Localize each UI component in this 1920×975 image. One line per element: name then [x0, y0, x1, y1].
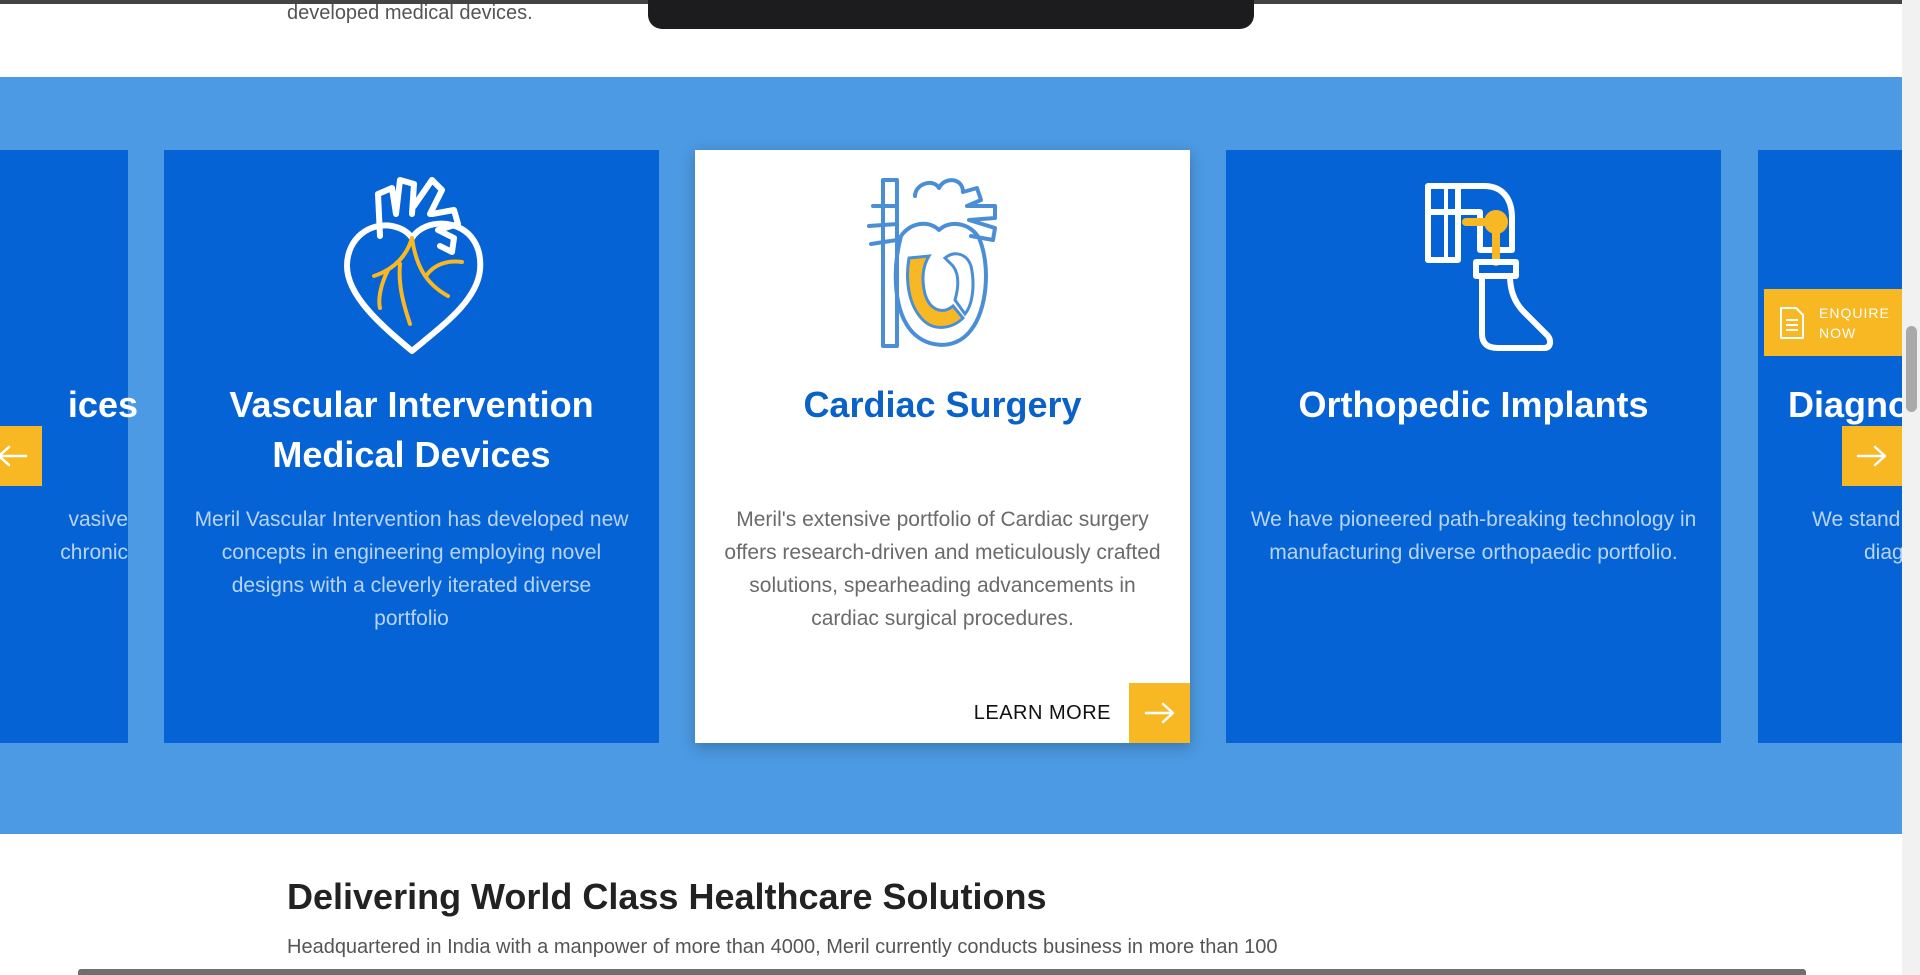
- specialties-carousel: ices vasive chronic Vascular Interventio…: [0, 77, 1902, 834]
- enquire-label-line: NOW: [1819, 324, 1857, 341]
- notification-bar: [648, 0, 1254, 29]
- bottom-overlay-edge: [78, 969, 1806, 975]
- card-desc-line: We have pioneered path-breaking technolo…: [1250, 508, 1697, 531]
- card-description: Meril Vascular Intervention has develope…: [182, 503, 641, 635]
- card-desc-line: diag: [1864, 541, 1902, 564]
- card-desc-line: Meril's extensive portfolio of Cardiac s…: [736, 508, 1149, 531]
- specialty-card-cardiac-surgery[interactable]: Cardiac Surgery Meril's extensive portfo…: [695, 150, 1190, 743]
- learn-more-label: LEARN MORE: [973, 701, 1111, 724]
- arrow-right-icon: [1129, 683, 1190, 743]
- heart-icon: [322, 166, 502, 356]
- carousel-next-button[interactable]: [1842, 426, 1902, 486]
- arrow-left-icon: [0, 445, 28, 467]
- card-description: We have pioneered path-breaking technolo…: [1244, 503, 1703, 569]
- card-desc-line: We stand: [1812, 508, 1901, 531]
- enquire-now-button[interactable]: ENQUIRE NOW: [1764, 289, 1902, 356]
- intro-text-tail: developed medical devices.: [287, 2, 533, 24]
- card-desc-line: Meril Vascular Intervention has develope…: [194, 508, 629, 531]
- card-desc-line: solutions, spearheading advancements in: [749, 574, 1136, 597]
- scrollbar-thumb[interactable]: [1906, 326, 1917, 412]
- section-heading: Delivering World Class Healthcare Soluti…: [287, 876, 1047, 917]
- card-desc-line: offers research-driven and meticulously …: [724, 541, 1161, 564]
- arrow-right-icon: [1856, 445, 1887, 467]
- card-title: Vascular Intervention Medical Devices: [184, 380, 639, 480]
- card-desc-line: manufacturing diverse orthopaedic portfo…: [1269, 541, 1678, 564]
- page-scrollbar[interactable]: [1902, 0, 1920, 975]
- learn-more-button[interactable]: LEARN MORE: [974, 683, 1190, 743]
- card-title: ices: [67, 384, 138, 425]
- carousel-prev-button[interactable]: [0, 426, 42, 486]
- specialty-card-vascular[interactable]: Vascular Intervention Medical Devices Me…: [164, 150, 659, 743]
- specialty-card-orthopedic[interactable]: Orthopedic Implants We have pioneered pa…: [1226, 150, 1721, 743]
- heart-anatomy-icon: [853, 166, 1033, 356]
- card-title: Diagno: [1788, 384, 1902, 425]
- card-desc-line: portfolio: [374, 607, 449, 630]
- enquire-label-line: ENQUIRE: [1819, 304, 1890, 321]
- leg-brace-icon: [1384, 166, 1564, 356]
- card-desc-line: concepts in engineering employing novel: [221, 541, 602, 564]
- card-desc-line: cardiac surgical procedures.: [811, 607, 1074, 630]
- section-body-text: Headquartered in India with a manpower o…: [287, 936, 1278, 958]
- card-title-line: Medical Devices: [272, 434, 551, 475]
- card-title: Cardiac Surgery: [803, 384, 1082, 425]
- document-icon: [1780, 306, 1804, 339]
- card-description: Meril's extensive portfolio of Cardiac s…: [713, 503, 1172, 635]
- card-desc-line: chronic: [60, 541, 128, 564]
- card-title-line: Vascular Intervention: [229, 384, 594, 425]
- card-title: Orthopedic Implants: [1298, 384, 1649, 425]
- card-desc-line: vasive: [68, 508, 128, 531]
- card-desc-line: designs with a cleverly iterated diverse: [231, 574, 592, 597]
